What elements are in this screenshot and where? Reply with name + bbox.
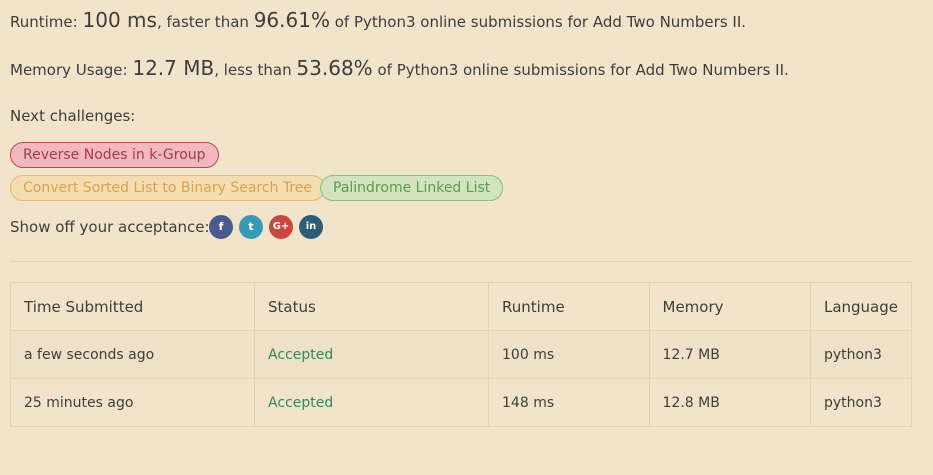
cell-language: python3 [809,378,913,427]
table-row: 25 minutes ago Accepted 148 ms 12.8 MB p… [9,378,913,427]
cell-time-submitted: 25 minutes ago [9,378,256,427]
divider [10,261,912,262]
runtime-percentile: 96.61% [253,8,330,32]
memory-label: Memory Usage: [10,61,128,79]
header-time-submitted: Time Submitted [9,282,256,331]
header-status: Status [254,282,490,331]
challenge-link-palindrome-linked-list[interactable]: Palindrome Linked List [320,175,504,201]
google-plus-icon[interactable]: G+ [269,215,293,239]
memory-value: 12.7 MB [132,56,215,80]
table-row: a few seconds ago Accepted 100 ms 12.7 M… [9,330,913,379]
cell-memory: 12.7 MB [648,330,811,379]
cell-status-link[interactable]: Accepted [254,330,490,379]
memory-mid-text: , less than [214,61,292,79]
cell-language: python3 [809,330,913,379]
runtime-summary: Runtime: 100 ms, faster than 96.61% of P… [10,8,746,32]
cell-runtime: 100 ms [488,330,650,379]
challenge-link-convert-sorted-list[interactable]: Convert Sorted List to Binary Search Tre… [10,175,326,201]
cell-runtime: 148 ms [488,378,650,427]
memory-summary: Memory Usage: 12.7 MB, less than 53.68% … [10,56,789,80]
runtime-mid-text: , faster than [156,13,249,31]
header-runtime: Runtime [488,282,650,331]
facebook-icon[interactable]: f [209,215,233,239]
runtime-label: Runtime: [10,13,78,31]
linkedin-icon[interactable]: in [299,215,323,239]
table-header-row: Time Submitted Status Runtime Memory Lan… [9,282,913,331]
cell-time-submitted: a few seconds ago [9,330,256,379]
share-label: Show off your acceptance: [10,218,210,236]
next-challenges-label: Next challenges: [10,107,136,125]
submissions-table: Time Submitted Status Runtime Memory Lan… [9,282,913,427]
cell-status-link[interactable]: Accepted [254,378,490,427]
header-language: Language [809,282,913,331]
header-memory: Memory [648,282,811,331]
runtime-value: 100 ms [82,8,157,32]
twitter-icon[interactable]: t [239,215,263,239]
runtime-suffix: of Python3 online submissions for Add Tw… [334,13,747,31]
memory-suffix: of Python3 online submissions for Add Tw… [377,61,789,79]
challenge-link-reverse-nodes[interactable]: Reverse Nodes in k-Group [10,142,219,168]
cell-memory: 12.8 MB [648,378,811,427]
memory-percentile: 53.68% [296,56,373,80]
